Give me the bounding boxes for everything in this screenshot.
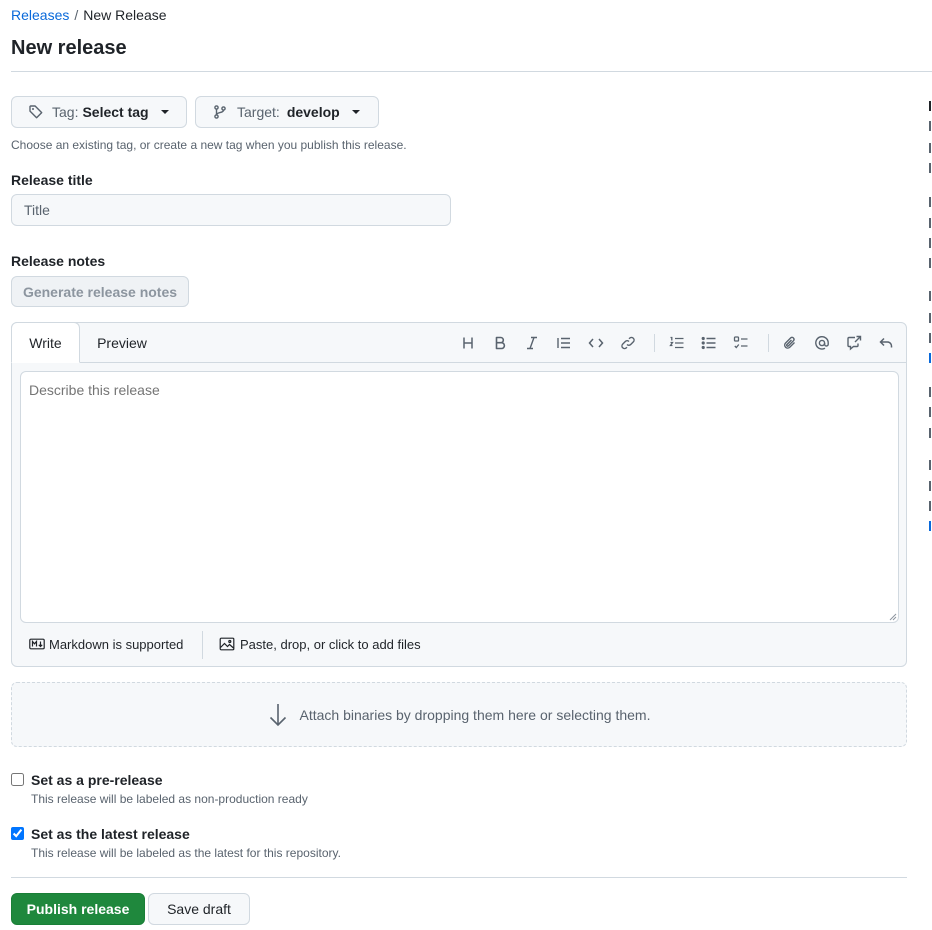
heading-icon[interactable] — [457, 332, 479, 354]
image-icon — [219, 636, 235, 652]
target-prefix: Target: — [237, 104, 280, 120]
prerelease-description: This release will be labeled as non-prod… — [31, 792, 308, 806]
target-select-button[interactable]: Target: develop — [195, 96, 379, 128]
latest-release-label[interactable]: Set as the latest release — [31, 825, 190, 843]
toolbar-divider — [654, 334, 655, 352]
release-title-input[interactable] — [11, 194, 451, 226]
italic-icon[interactable] — [521, 332, 543, 354]
toolbar-divider — [768, 334, 769, 352]
ordered-list-icon[interactable] — [666, 332, 688, 354]
markdown-support-link[interactable]: Markdown is supported — [29, 636, 183, 652]
tag-icon — [28, 104, 44, 120]
editor-tabbar: Write Preview — [11, 322, 906, 363]
tag-hint: Choose an existing tag, or create a new … — [11, 138, 407, 152]
tag-value: Select tag — [82, 104, 149, 120]
mention-icon[interactable] — [811, 332, 833, 354]
publish-release-button[interactable]: Publish release — [11, 893, 145, 925]
chevron-down-icon — [160, 110, 169, 114]
attach-binaries-dropzone[interactable]: Attach binaries by dropping them here or… — [11, 682, 907, 747]
release-notes-editor: Write Preview Describe this release Mark… — [11, 322, 907, 667]
quote-icon[interactable] — [553, 332, 575, 354]
link-icon[interactable] — [617, 332, 639, 354]
tab-preview[interactable]: Preview — [80, 323, 164, 363]
tag-prefix: Tag: — [52, 104, 79, 120]
unordered-list-icon[interactable] — [698, 332, 720, 354]
attach-binaries-text: Attach binaries by dropping them here or… — [299, 706, 651, 723]
tag-select-button[interactable]: Tag: Select tag — [11, 96, 187, 128]
target-value: develop — [286, 104, 340, 120]
chevron-down-icon — [351, 110, 360, 114]
save-draft-button[interactable]: Save draft — [148, 893, 250, 925]
code-icon[interactable] — [585, 332, 607, 354]
files-note: Paste, drop, or click to add files — [240, 636, 421, 652]
prerelease-label[interactable]: Set as a pre-release — [31, 771, 163, 789]
bold-icon[interactable] — [489, 332, 511, 354]
breadcrumb: Releases / New Release — [11, 6, 167, 24]
arrow-down-icon — [268, 702, 288, 728]
prerelease-checkbox[interactable] — [11, 773, 24, 786]
attach-icon[interactable] — [779, 332, 801, 354]
breadcrumb-separator: / — [74, 7, 79, 23]
add-files-button[interactable]: Paste, drop, or click to add files — [219, 636, 421, 652]
branch-icon — [212, 104, 228, 120]
release-notes-textarea[interactable] — [20, 371, 899, 623]
page-title: New release — [11, 37, 127, 59]
cross-reference-icon[interactable] — [843, 332, 865, 354]
header-divider — [11, 71, 932, 72]
breadcrumb-releases-link[interactable]: Releases — [11, 7, 69, 23]
markdown-icon — [29, 636, 45, 652]
actions-divider — [11, 877, 907, 878]
markdown-note: Markdown is supported — [49, 636, 184, 652]
task-list-icon[interactable] — [730, 332, 752, 354]
latest-release-description: This release will be labeled as the late… — [31, 846, 341, 860]
resize-handle-icon[interactable] — [889, 613, 897, 621]
reply-icon[interactable] — [875, 332, 897, 354]
footer-divider — [202, 631, 203, 659]
tab-write[interactable]: Write — [11, 322, 80, 363]
breadcrumb-current: New Release — [83, 7, 167, 23]
release-title-label: Release title — [11, 172, 93, 188]
generate-release-notes-button[interactable]: Generate release notes — [11, 276, 189, 307]
release-notes-label: Release notes — [11, 253, 106, 269]
latest-release-checkbox[interactable] — [11, 827, 24, 840]
